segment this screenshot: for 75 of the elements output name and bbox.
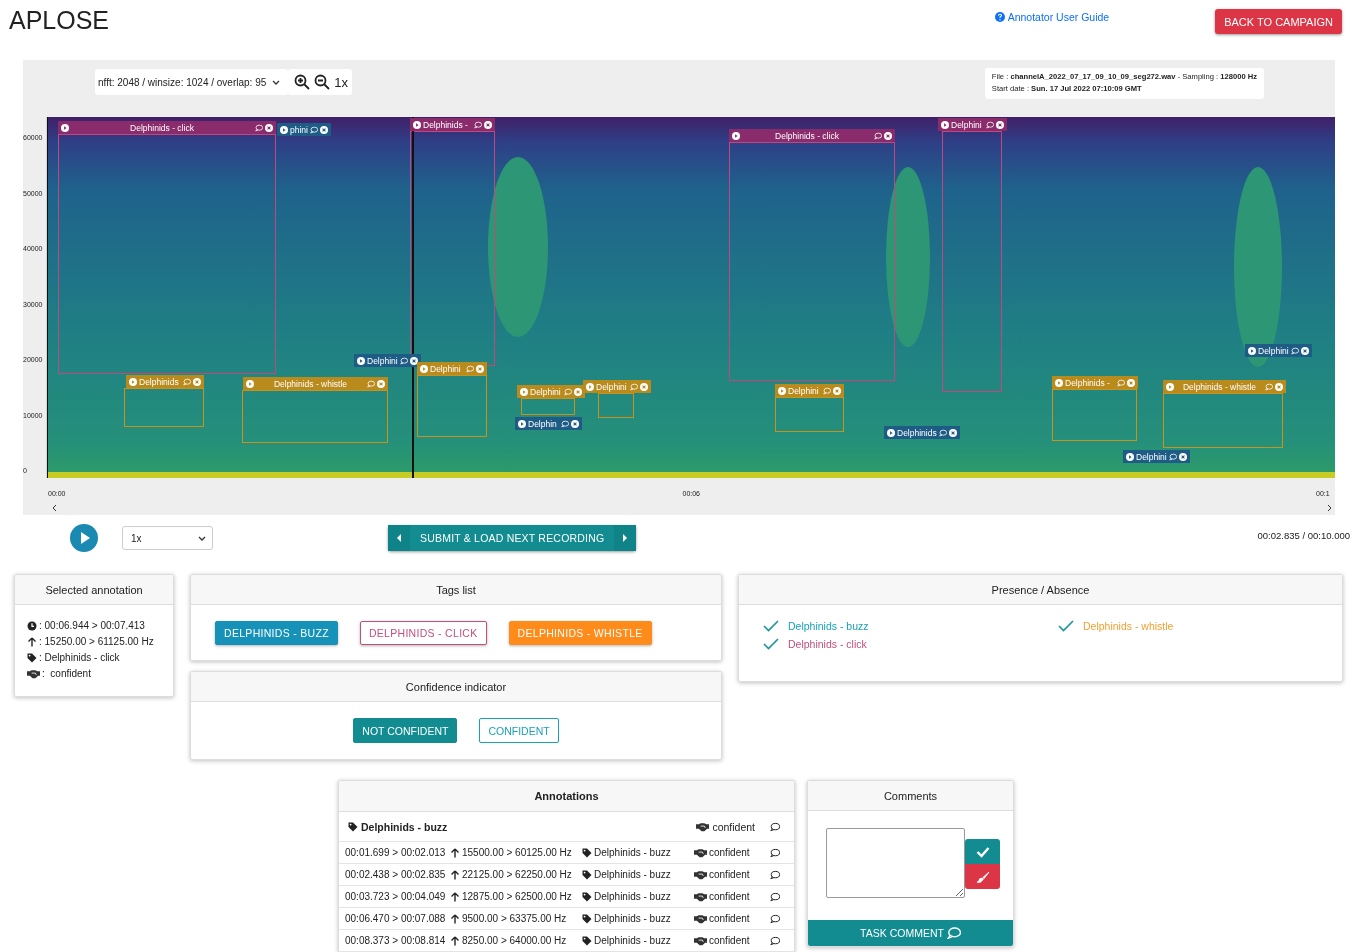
annotation-name: Delphinids - whistle [1181,381,1258,392]
confidence-cell: confident [709,935,750,946]
annotation-name: Delphini [430,363,462,374]
tag-cell: Delphinids - buzz [594,913,671,924]
annotation-tag[interactable]: Delphini [1123,450,1190,463]
tag-cell: Delphinids - buzz [594,869,671,880]
annotation-tag[interactable]: Delphin [515,417,582,430]
confidence-cell: confident [709,891,750,902]
card-title: Tags list [436,583,476,596]
annotation-confidence: : confident [42,667,91,681]
card-title: Annotations [534,790,599,802]
annotation-name: Delphini [367,355,398,366]
tag-cell: Delphinids - buzz [594,847,671,858]
annotation-frequency: : 15250.00 > 61125.00 Hz [39,635,154,649]
speed-select[interactable]: 1x [122,526,213,550]
annotation-name: Delphini [1136,451,1167,462]
annotation-tag[interactable]: Delphinids - click [729,129,895,142]
user-guide-link[interactable]: Annotator User Guide [994,11,1110,23]
zoom-level: 1x [334,74,348,90]
frequency-cell: 8250.00 > 64000.00 Hz [462,935,567,946]
card-title: Comments [883,789,938,802]
time-cell-text: 00:02.438 > 00:02.835 [345,869,447,880]
frequency-cell: 9500.00 > 63375.00 Hz [462,913,567,924]
tag-cell: Delphinids - buzz [594,935,671,946]
frequency-cell: 12875.00 > 62500.00 Hz [462,891,572,902]
annotation-name: Delphin [528,418,558,429]
card-title: Presence / Absence [991,583,1090,596]
confidence-button[interactable]: CONFIDENT [479,718,559,743]
card-title: Selected annotation [45,583,143,596]
tag-button[interactable]: DELPHINIDS - CLICK [359,621,487,645]
tag-cell: Delphinids - buzz [594,891,671,902]
annotation-name: Delphini [530,386,562,397]
tag-button[interactable]: DELPHINIDS - BUZZ [215,621,338,645]
annotation-tag[interactable]: Delphini [1245,344,1312,357]
confidence-cell: confident [709,847,750,858]
annotation-name: Delphinids [139,376,180,387]
annotation-name: Delphini [596,381,628,392]
annotation-name: Delphinids - [1065,377,1111,388]
annotation-time: : 00:06.944 > 00:07.413 [39,619,145,633]
back-to-campaign-button[interactable]: BACK TO CAMPAIGN [1215,9,1342,34]
tag-button[interactable]: DELPHINIDS - WHISTLE [508,621,652,645]
app-title: APLOSE [9,6,110,35]
annotation-name: Delphinids [897,427,937,438]
annotation-name: phini [290,124,308,135]
group-tag: Delphinids - buzz [361,820,448,833]
annotation-tag[interactable]: Delphinids - click [58,121,276,134]
annotation-name: Delphini [788,385,820,396]
annotation-tag[interactable]: Delphinids - [410,118,495,131]
annotation-tag[interactable]: Delphini [938,118,1007,131]
fft-select[interactable]: nfft: 2048 / winsize: 1024 / overlap: 95 [95,69,289,95]
confidence-cell: confident [709,869,750,880]
playback-time: 00:02.835 / 00:10.000 [1257,529,1350,541]
frequency-cell: 22125.00 > 62250.00 Hz [462,869,572,880]
task-comment-button[interactable]: TASK COMMENT [808,920,1013,946]
annotation-tag[interactable]: phini [277,123,331,136]
frequency-cell: 15500.00 > 60125.00 Hz [462,847,572,858]
annotation-tag-text: : Delphinids - click [39,651,120,665]
annotation-name: Delphinids - whistle [272,378,349,389]
group-confidence: confident [712,820,755,833]
annotation-name: Delphinids - click [774,130,840,141]
time-cell-text: 00:03.723 > 00:04.049 [345,891,447,902]
confidence-button[interactable]: NOT CONFIDENT [353,718,458,743]
confidence-cell: confident [709,913,750,924]
presence-label[interactable]: Delphinids - click [788,638,867,650]
annotation-tag[interactable]: Delphinids [884,426,960,439]
presence-label[interactable]: Delphinids - buzz [788,620,869,632]
annotation-name: Delphinids - click [129,122,195,133]
time-cell-text: 00:06.470 > 00:07.088 [345,913,447,924]
annotation-tag[interactable]: Delphini [354,354,421,367]
annotation-name: Delphinids - [423,119,469,130]
annotation-name: Delphini [1258,345,1289,356]
card-title: Confidence indicator [405,680,507,693]
time-cell-text: 00:01.699 > 00:02.013 [345,847,447,858]
time-cell-text: 00:08.373 > 00:08.814 [345,935,447,946]
annotation-name: Delphini [951,119,983,130]
